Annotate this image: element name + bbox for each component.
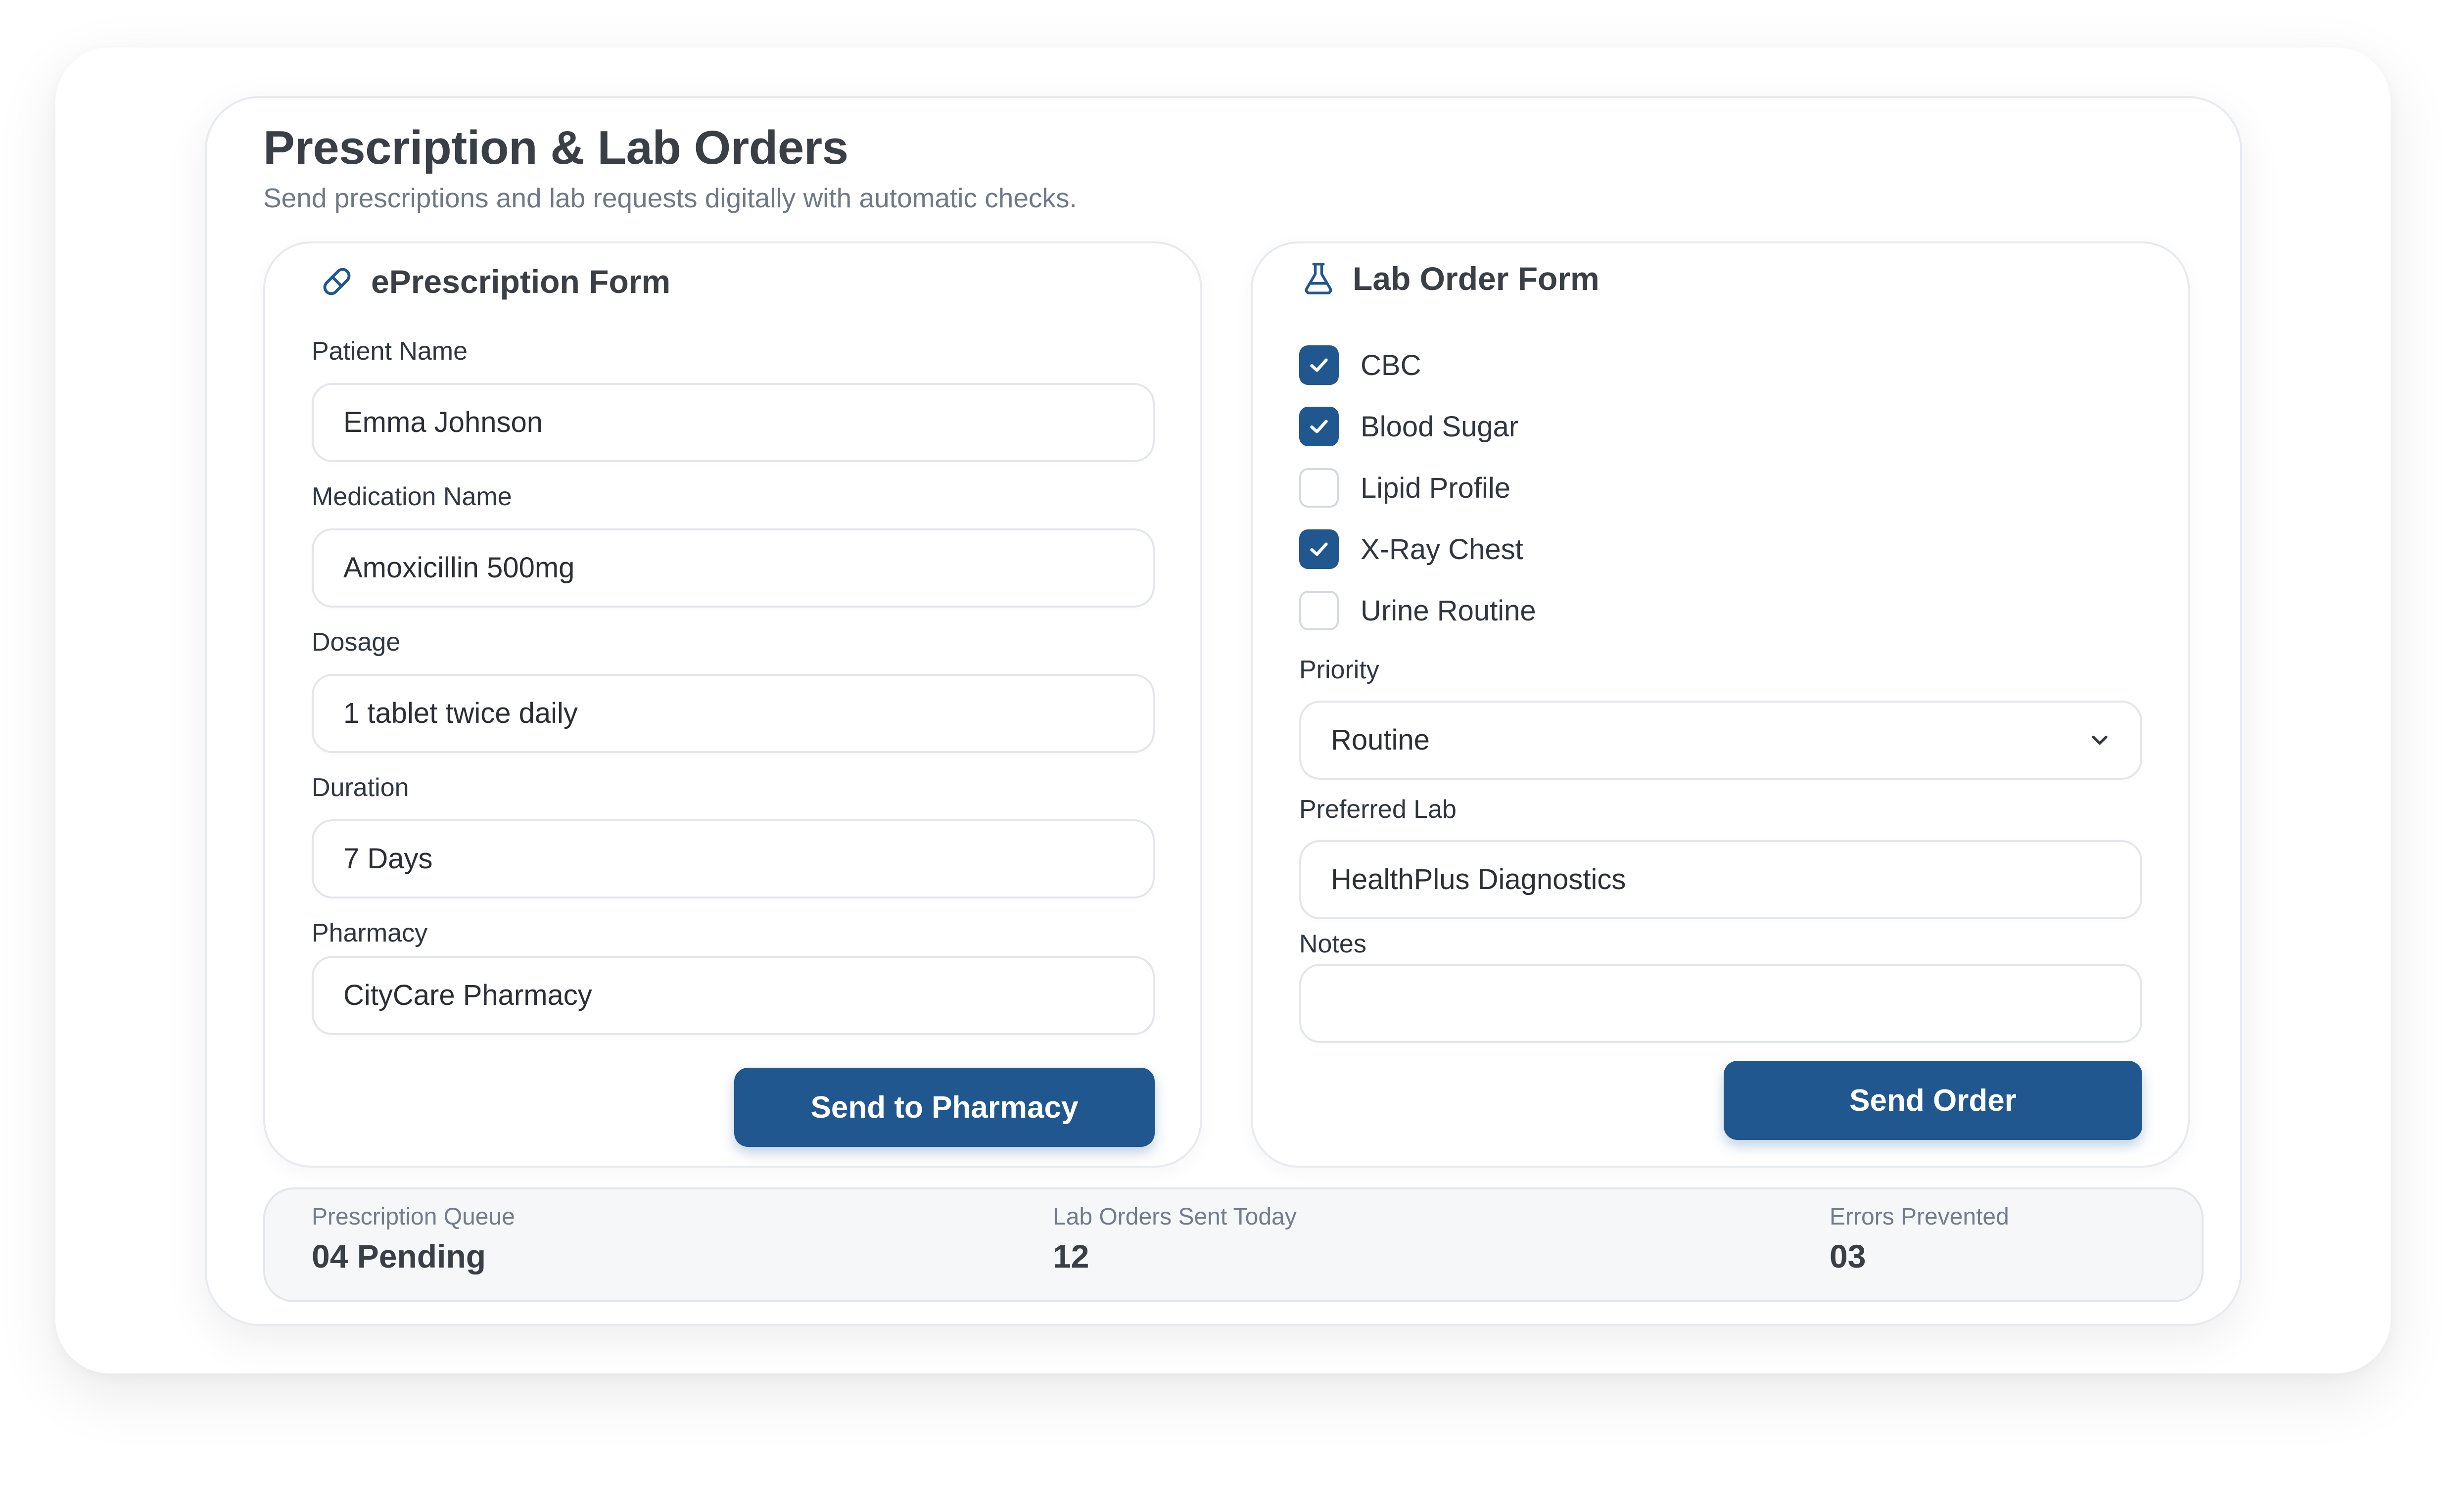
- lab-test-label: CBC: [1361, 349, 1421, 381]
- page-title: Prescription & Lab Orders: [263, 121, 848, 174]
- lab-test-checkbox[interactable]: [1299, 591, 1339, 630]
- stats-bar: Prescription Queue 04 Pending Lab Orders…: [263, 1187, 2204, 1302]
- priority-select[interactable]: Routine: [1299, 701, 2142, 780]
- priority-label: Priority: [1299, 656, 1379, 684]
- pharmacy-input[interactable]: CityCare Pharmacy: [312, 956, 1155, 1035]
- pill-icon: [318, 262, 356, 301]
- lab-test-lipid-profile[interactable]: Lipid Profile: [1299, 468, 1510, 508]
- checkmark-icon: [1310, 542, 1328, 556]
- eprescription-panel: ePrescription Form Patient Name Emma Joh…: [263, 241, 1202, 1168]
- lab-test-checkbox[interactable]: [1299, 529, 1339, 569]
- lab-test-x-ray-chest[interactable]: X-Ray Chest: [1299, 529, 1523, 569]
- lab-test-urine-routine[interactable]: Urine Routine: [1299, 591, 1536, 630]
- orders-card: Prescription & Lab Orders Send prescript…: [205, 96, 2242, 1326]
- priority-value: Routine: [1331, 724, 1430, 756]
- lab-test-label: Blood Sugar: [1361, 410, 1519, 443]
- notes-input[interactable]: [1299, 964, 2142, 1043]
- lab-order-header: Lab Order Form: [1299, 259, 1599, 298]
- checkmark-icon: [1310, 420, 1328, 433]
- stat-label: Errors Prevented: [1830, 1204, 2009, 1230]
- dosage-label: Dosage: [312, 628, 401, 657]
- page-subtitle: Send prescriptions and lab requests digi…: [263, 183, 1077, 213]
- medication-name-input[interactable]: Amoxicillin 500mg: [312, 528, 1155, 608]
- medication-name-label: Medication Name: [312, 482, 512, 511]
- stat-value: 12: [1053, 1238, 1089, 1275]
- lab-test-cbc[interactable]: CBC: [1299, 345, 1421, 385]
- dosage-input[interactable]: 1 tablet twice daily: [312, 674, 1155, 753]
- checkmark-icon: [1310, 358, 1328, 372]
- lab-order-title: Lab Order Form: [1353, 260, 1599, 297]
- preferred-lab-label: Preferred Lab: [1299, 795, 1457, 824]
- lab-test-checkbox[interactable]: [1299, 345, 1339, 385]
- duration-input[interactable]: 7 Days: [312, 819, 1155, 898]
- stat-label: Lab Orders Sent Today: [1053, 1204, 1297, 1230]
- lab-test-label: X-Ray Chest: [1361, 533, 1523, 566]
- lab-test-label: Urine Routine: [1361, 594, 1536, 627]
- send-to-pharmacy-button[interactable]: Send to Pharmacy: [734, 1068, 1155, 1147]
- patient-name-label: Patient Name: [312, 337, 468, 366]
- stat-errors-prevented: Errors Prevented 03: [1830, 1203, 2009, 1275]
- pharmacy-label: Pharmacy: [312, 919, 428, 947]
- eprescription-title: ePrescription Form: [371, 263, 671, 300]
- lab-test-blood-sugar[interactable]: Blood Sugar: [1299, 407, 1518, 446]
- stat-value: 04 Pending: [312, 1238, 486, 1275]
- eprescription-header: ePrescription Form: [318, 262, 670, 301]
- lab-order-panel: Lab Order Form CBC Blood Sugar Lipid Pro…: [1251, 241, 2190, 1168]
- lab-test-checkbox[interactable]: [1299, 407, 1339, 446]
- preferred-lab-input[interactable]: HealthPlus Diagnostics: [1299, 840, 2142, 919]
- lab-test-checkbox[interactable]: [1299, 468, 1339, 508]
- notes-label: Notes: [1299, 930, 1366, 958]
- send-order-button[interactable]: Send Order: [1724, 1061, 2142, 1140]
- stat-lab-orders-sent: Lab Orders Sent Today 12: [1053, 1203, 1297, 1275]
- stat-label: Prescription Queue: [312, 1204, 515, 1230]
- stat-prescription-queue: Prescription Queue 04 Pending: [312, 1203, 515, 1275]
- flask-icon: [1299, 259, 1338, 298]
- lab-test-label: Lipid Profile: [1361, 472, 1511, 504]
- chevron-down-icon: [2087, 703, 2113, 778]
- stat-value: 03: [1830, 1238, 1866, 1275]
- duration-label: Duration: [312, 773, 409, 802]
- patient-name-input[interactable]: Emma Johnson: [312, 383, 1155, 462]
